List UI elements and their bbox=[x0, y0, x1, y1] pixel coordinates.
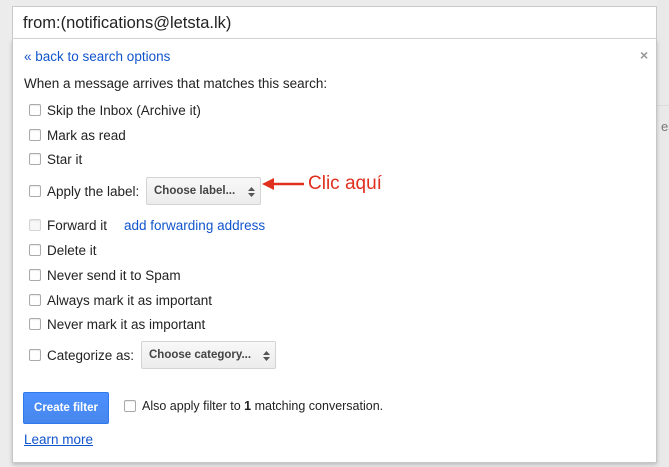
forward-checkbox bbox=[29, 219, 41, 231]
close-icon[interactable]: × bbox=[640, 47, 648, 63]
filter-panel: « back to search options × When a messag… bbox=[12, 39, 657, 463]
also-apply-checkbox[interactable] bbox=[124, 400, 136, 412]
back-to-search-options-link[interactable]: « back to search options bbox=[24, 49, 170, 64]
add-forwarding-address-link[interactable]: add forwarding address bbox=[124, 218, 265, 233]
apply-label-label: Apply the label: bbox=[47, 183, 140, 199]
option-categorize[interactable]: Categorize as: bbox=[29, 345, 134, 365]
annotation-text: Clic aquí bbox=[308, 173, 382, 194]
background-area: es bbox=[657, 0, 669, 467]
choose-category-value: Choose category... bbox=[149, 349, 252, 361]
star-label: Star it bbox=[47, 151, 83, 167]
search-input[interactable] bbox=[23, 11, 643, 35]
create-filter-button[interactable]: Create filter bbox=[23, 392, 109, 424]
categorize-checkbox[interactable] bbox=[29, 349, 41, 361]
filter-intro-text: When a message arrives that matches this… bbox=[24, 76, 328, 91]
option-mark-read[interactable]: Mark as read bbox=[29, 125, 126, 145]
apply-label-checkbox[interactable] bbox=[29, 185, 41, 197]
choose-label-dropdown[interactable]: Choose label... bbox=[146, 177, 261, 205]
choose-label-value: Choose label... bbox=[154, 185, 236, 197]
never-important-label: Never mark it as important bbox=[47, 316, 206, 332]
also-apply-option[interactable]: Also apply filter to 1 matching conversa… bbox=[124, 396, 383, 416]
mark-read-label: Mark as read bbox=[47, 127, 126, 143]
select-arrows-icon bbox=[248, 187, 255, 197]
option-skip-inbox[interactable]: Skip the Inbox (Archive it) bbox=[29, 100, 201, 120]
also-apply-suffix: matching conversation. bbox=[254, 399, 384, 413]
delete-label: Delete it bbox=[47, 242, 97, 258]
option-star[interactable]: Star it bbox=[29, 149, 82, 169]
option-forward: Forward it add forwarding address bbox=[29, 215, 265, 235]
star-checkbox[interactable] bbox=[29, 153, 41, 165]
select-arrows-icon bbox=[263, 351, 270, 361]
mark-read-checkbox[interactable] bbox=[29, 129, 41, 141]
background-text-fragment: es bbox=[661, 119, 669, 134]
option-never-important[interactable]: Never mark it as important bbox=[29, 314, 205, 334]
option-apply-label[interactable]: Apply the label: bbox=[29, 181, 139, 201]
never-spam-label: Never send it to Spam bbox=[47, 267, 181, 283]
matching-count: 1 bbox=[244, 399, 252, 413]
background-divider bbox=[657, 105, 669, 106]
also-apply-prefix: Also apply filter to bbox=[142, 399, 241, 413]
never-spam-checkbox[interactable] bbox=[29, 269, 41, 281]
skip-inbox-checkbox[interactable] bbox=[29, 104, 41, 116]
always-important-label: Always mark it as important bbox=[47, 292, 213, 308]
choose-category-dropdown[interactable]: Choose category... bbox=[141, 341, 276, 369]
option-always-important[interactable]: Always mark it as important bbox=[29, 290, 212, 310]
search-bar[interactable] bbox=[12, 6, 657, 39]
delete-checkbox[interactable] bbox=[29, 244, 41, 256]
categorize-label: Categorize as: bbox=[47, 347, 135, 363]
learn-more-link[interactable]: Learn more bbox=[24, 432, 93, 447]
option-delete[interactable]: Delete it bbox=[29, 240, 97, 260]
skip-inbox-label: Skip the Inbox (Archive it) bbox=[47, 102, 201, 118]
never-important-checkbox[interactable] bbox=[29, 318, 41, 330]
option-never-spam[interactable]: Never send it to Spam bbox=[29, 265, 181, 285]
forward-label: Forward it bbox=[47, 217, 108, 233]
always-important-checkbox[interactable] bbox=[29, 294, 41, 306]
annotation-arrow-icon bbox=[262, 178, 304, 190]
